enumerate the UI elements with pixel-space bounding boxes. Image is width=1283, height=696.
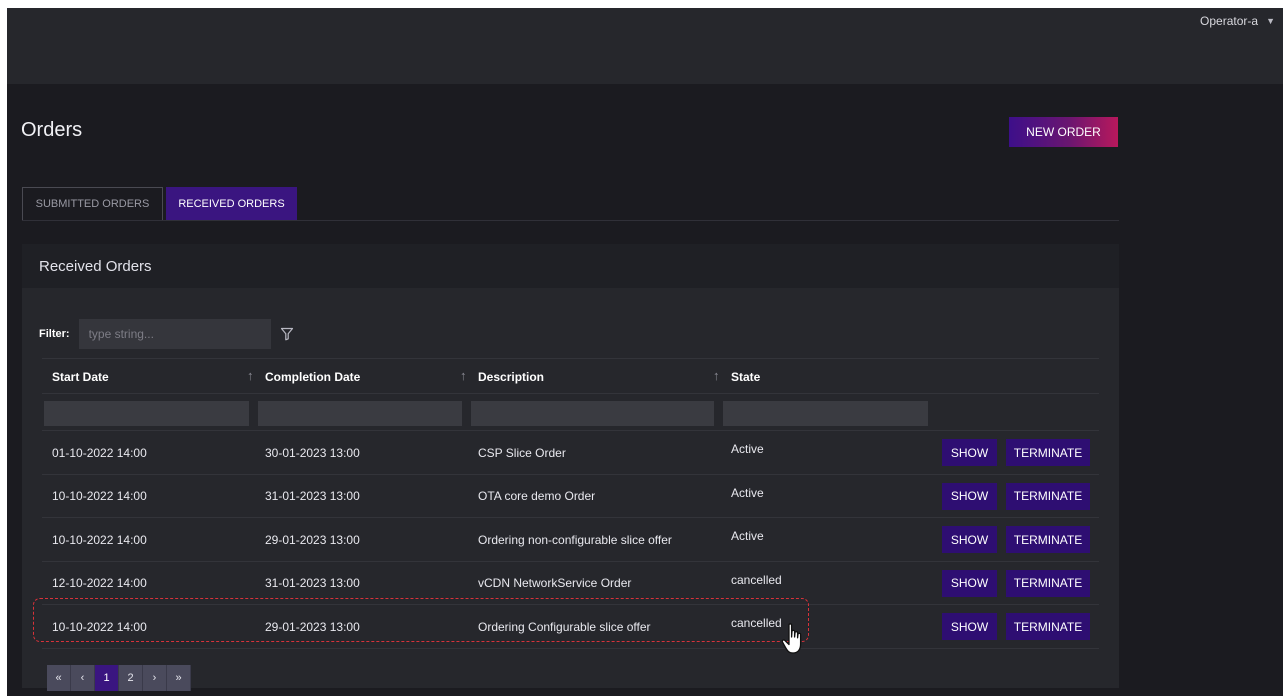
description-cell: Ordering Configurable slice offer	[478, 619, 651, 634]
filter-input[interactable]	[78, 319, 271, 349]
show-button[interactable]: SHOW	[942, 569, 997, 597]
table-header: Start Date ↑ Completion Date ↑ Descripti…	[42, 358, 1099, 394]
page-2-button[interactable]: 2	[119, 665, 143, 691]
description-cell: vCDN NetworkService Order	[478, 576, 632, 590]
column-filter-row	[42, 394, 1099, 431]
table-row: 10-10-2022 14:00 29-01-2023 13:00 Orderi…	[42, 518, 1099, 562]
start-date-cell: 10-10-2022 14:00	[52, 532, 147, 547]
sort-arrow-icon[interactable]: ↑	[713, 368, 720, 383]
column-header-completion-date[interactable]: Completion Date	[255, 359, 468, 394]
show-button[interactable]: SHOW	[942, 613, 997, 640]
filter-icon[interactable]	[280, 327, 294, 341]
previous-page-button[interactable]: ‹	[71, 665, 95, 691]
next-page-button[interactable]: ›	[143, 665, 167, 691]
column-label: State	[731, 369, 761, 384]
show-button[interactable]: SHOW	[942, 439, 997, 466]
column-label: Completion Date	[265, 369, 361, 384]
sort-arrow-icon[interactable]: ↑	[460, 368, 467, 383]
terminate-button[interactable]: TERMINATE	[1006, 613, 1090, 640]
state-cell: cancelled	[731, 616, 782, 630]
terminate-button[interactable]: TERMINATE	[1006, 526, 1090, 553]
terminate-button[interactable]: TERMINATE	[1006, 569, 1090, 597]
state-cell: Active	[731, 442, 764, 456]
user-menu[interactable]: Operator-a ▼	[1200, 14, 1275, 28]
last-page-button[interactable]: »	[167, 665, 191, 691]
start-date-filter-input[interactable]	[44, 401, 249, 426]
column-header-description[interactable]: Description	[468, 359, 721, 394]
completion-date-cell: 30-01-2023 13:00	[265, 445, 360, 460]
sort-arrow-icon[interactable]: ↑	[247, 368, 254, 383]
chevron-down-icon: ▼	[1266, 16, 1275, 26]
user-name: Operator-a	[1200, 14, 1259, 28]
page-title: Orders	[21, 119, 83, 141]
description-cell: OTA core demo Order	[478, 489, 596, 503]
state-cell: cancelled	[731, 572, 782, 587]
table-row: 12-10-2022 14:00 31-01-2023 13:00 vCDN N…	[42, 562, 1099, 605]
tab-bar: SUBMITTED ORDERS RECEIVED ORDERS	[22, 187, 1119, 221]
completion-date-filter-input[interactable]	[258, 401, 462, 426]
state-cell: Active	[731, 485, 764, 500]
table-row: 10-10-2022 14:00 31-01-2023 13:00 OTA co…	[42, 475, 1099, 518]
state-filter-input[interactable]	[723, 401, 928, 426]
column-header-start-date[interactable]: Start Date	[42, 359, 255, 394]
page-1-button[interactable]: 1	[95, 665, 119, 691]
show-button[interactable]: SHOW	[942, 482, 997, 510]
completion-date-cell: 31-01-2023 13:00	[265, 489, 360, 503]
terminate-button[interactable]: TERMINATE	[1006, 439, 1090, 466]
table-row: 10-10-2022 14:00 29-01-2023 13:00 Orderi…	[42, 605, 1099, 649]
start-date-cell: 10-10-2022 14:00	[52, 489, 147, 503]
description-cell: Ordering non-configurable slice offer	[478, 532, 672, 547]
top-bar: Operator-a ▼	[7, 8, 1283, 84]
state-cell: Active	[731, 529, 764, 543]
column-label: Start Date	[52, 369, 109, 384]
tab-received-orders[interactable]: RECEIVED ORDERS	[166, 187, 297, 220]
filter-row: Filter:	[39, 319, 294, 349]
description-filter-input[interactable]	[471, 401, 714, 426]
panel-title: Received Orders	[22, 244, 1119, 288]
completion-date-cell: 29-01-2023 13:00	[265, 619, 360, 634]
completion-date-cell: 31-01-2023 13:00	[265, 576, 360, 590]
start-date-cell: 01-10-2022 14:00	[52, 445, 147, 460]
start-date-cell: 10-10-2022 14:00	[52, 619, 147, 634]
column-header-state[interactable]: State	[721, 359, 931, 394]
new-order-button[interactable]: NEW ORDER	[1009, 117, 1118, 147]
start-date-cell: 12-10-2022 14:00	[52, 576, 147, 590]
tab-submitted-orders[interactable]: SUBMITTED ORDERS	[22, 187, 163, 220]
terminate-button[interactable]: TERMINATE	[1006, 482, 1090, 510]
show-button[interactable]: SHOW	[942, 526, 997, 553]
table-row: 01-10-2022 14:00 30-01-2023 13:00 CSP Sl…	[42, 431, 1099, 475]
orders-table: Start Date ↑ Completion Date ↑ Descripti…	[42, 358, 1099, 649]
column-label: Description	[478, 369, 545, 384]
completion-date-cell: 29-01-2023 13:00	[265, 532, 360, 547]
received-orders-panel: Received Orders Filter: Start Date ↑ Com…	[22, 244, 1119, 688]
filter-label: Filter:	[39, 328, 70, 340]
pagination: « ‹ 1 2 › »	[47, 665, 191, 691]
first-page-button[interactable]: «	[47, 665, 71, 691]
description-cell: CSP Slice Order	[478, 445, 566, 460]
hand-cursor-icon	[781, 623, 802, 654]
